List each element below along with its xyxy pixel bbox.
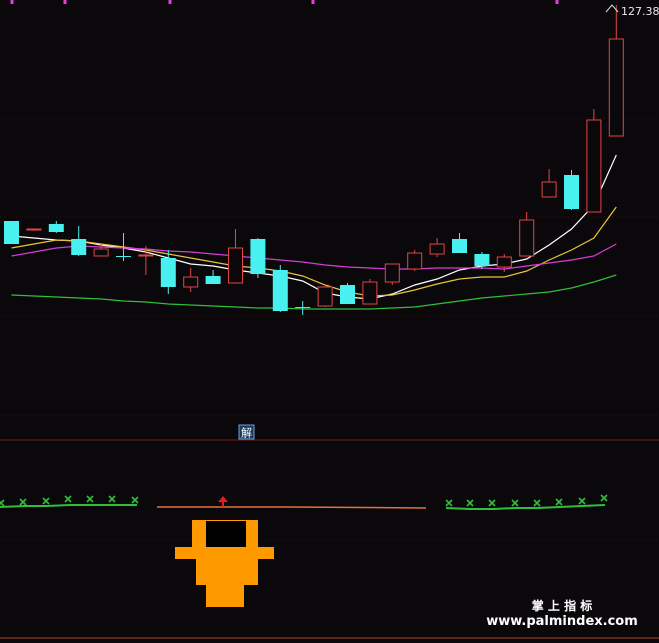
candle	[26, 228, 42, 231]
candle-body	[250, 239, 266, 274]
top-marker	[63, 0, 67, 4]
candle	[205, 270, 221, 284]
x-marker	[466, 499, 474, 507]
candle-body	[205, 276, 221, 284]
candle	[48, 221, 64, 233]
candle-body	[362, 281, 378, 305]
candle-body	[541, 181, 557, 198]
candle-body	[183, 276, 199, 288]
top-marker	[10, 0, 14, 4]
grid	[0, 117, 659, 541]
top-marker	[311, 0, 315, 4]
candle-body	[519, 219, 535, 257]
candle	[71, 226, 87, 256]
marker-label: 解	[241, 426, 252, 440]
candle	[4, 221, 19, 244]
candle	[541, 169, 557, 198]
candles	[4, 5, 624, 315]
candle	[340, 283, 355, 304]
candle-body	[228, 247, 243, 284]
candle	[608, 5, 624, 137]
top-marker	[168, 0, 172, 4]
x-marker	[445, 499, 453, 507]
x-marker	[131, 496, 139, 504]
top-markers	[10, 0, 559, 4]
block-window	[206, 521, 246, 547]
x-marker	[42, 497, 50, 505]
candle-body	[93, 248, 109, 257]
candle-body	[608, 38, 624, 137]
candle	[250, 238, 266, 278]
candle-body	[4, 221, 19, 244]
candle	[564, 170, 579, 210]
watermark: 掌 上 指 标 www.palmindex.com	[486, 598, 638, 629]
candle-body	[586, 119, 602, 213]
signal-panel	[0, 494, 608, 607]
candle	[384, 263, 400, 285]
candle-body	[138, 254, 154, 257]
candle	[183, 268, 199, 292]
candle	[295, 301, 311, 315]
candle-body	[407, 252, 423, 270]
candle-body	[71, 239, 87, 255]
candle-body	[564, 175, 579, 209]
x-marker	[555, 498, 563, 506]
x-marker	[600, 494, 608, 502]
candle-body	[474, 254, 490, 266]
x-marker	[533, 499, 541, 507]
x-marker	[19, 498, 27, 506]
signal-marker: 解	[238, 424, 255, 440]
up-arrow-icon	[218, 496, 228, 507]
watermark-line1: 掌 上 指 标	[532, 598, 593, 613]
candle	[429, 238, 445, 257]
candle	[317, 285, 333, 307]
x-marker	[511, 499, 519, 507]
top-marker	[555, 0, 559, 4]
x-marker	[488, 499, 496, 507]
candle-body	[295, 307, 311, 308]
candle-body	[384, 263, 400, 283]
candle-body	[272, 270, 288, 311]
candle	[272, 265, 288, 312]
candle	[362, 279, 378, 305]
candle-body	[160, 258, 176, 287]
candle	[586, 109, 602, 213]
x-marker	[64, 495, 72, 503]
candle-body	[452, 239, 467, 253]
x-marker	[108, 495, 116, 503]
chart-canvas: 127.38 解 掌 上 指 标 www.palmindex.com	[0, 0, 659, 639]
signal-line-right	[445, 504, 606, 510]
candle	[407, 250, 423, 271]
candle	[452, 233, 467, 253]
high-price-callout: 127.38	[605, 4, 659, 18]
x-marker	[578, 497, 586, 505]
price-label: 127.38	[621, 5, 659, 18]
candle-body	[26, 228, 42, 231]
candle-body	[116, 256, 131, 257]
watermark-line2: www.palmindex.com	[486, 614, 638, 629]
candle	[228, 229, 243, 284]
x-marker	[0, 499, 5, 507]
candle-body	[340, 285, 355, 304]
candle-body	[317, 286, 333, 307]
candle	[519, 212, 535, 257]
candle-body	[429, 243, 445, 255]
candle-body	[496, 256, 512, 268]
x-marker	[86, 495, 94, 503]
signal-line-mid	[157, 506, 427, 509]
candle-body	[48, 224, 64, 232]
